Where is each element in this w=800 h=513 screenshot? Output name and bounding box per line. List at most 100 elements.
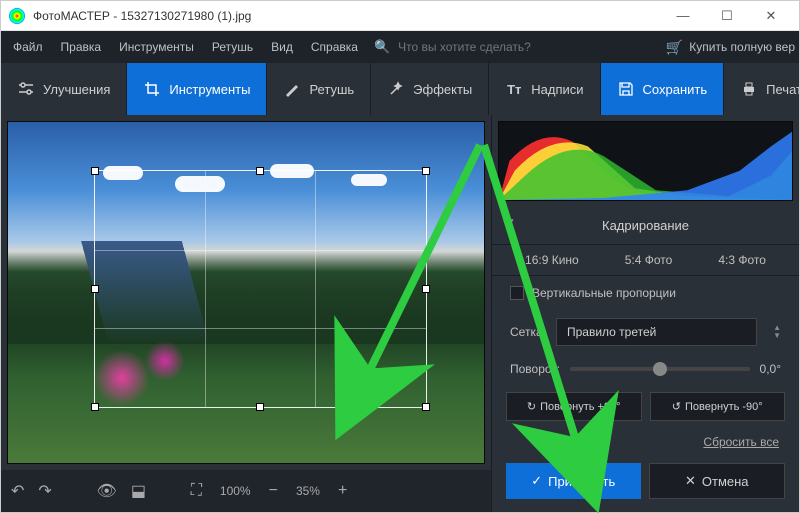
slider-thumb[interactable] — [653, 362, 667, 376]
menu-edit[interactable]: Правка — [53, 36, 110, 58]
app-window: ФотоМАСТЕР - 15327130271980 (1).jpg — ☐ … — [0, 0, 800, 513]
rotate-slider[interactable] — [570, 367, 749, 371]
compare-button[interactable]: ⬓ — [131, 481, 146, 501]
crop-handle[interactable] — [422, 403, 430, 411]
search-icon: 🔍 — [374, 39, 390, 55]
fit-button[interactable]: ⛶ — [191, 482, 202, 500]
save-icon — [617, 80, 635, 98]
menu-file[interactable]: Файл — [5, 36, 51, 58]
panel-header: ❮ Кадрирование — [492, 207, 799, 244]
aspect-ratio-row: 16:9 Кино 5:4 Фото 4:3 Фото — [492, 244, 799, 276]
wand-icon — [387, 80, 405, 98]
rotate-ccw-icon: ↺ — [672, 400, 681, 413]
rotate-row: Поворот: 0,0° — [492, 354, 799, 384]
menu-tools[interactable]: Инструменты — [111, 36, 202, 58]
ratio-16-9[interactable]: 16:9 Кино — [525, 253, 579, 267]
tab-enhance[interactable]: Улучшения — [1, 63, 127, 115]
preview-toggle[interactable]: 👁 — [97, 481, 117, 501]
canvas-area: ↶ ↷ 👁 ⬓ ⛶ 100% − 35% + — [1, 115, 491, 512]
back-button[interactable]: ❮ — [504, 217, 516, 234]
sliders-icon — [17, 80, 35, 98]
tab-captions[interactable]: Tᴛ Надписи — [489, 63, 600, 115]
window-controls: — ☐ ✕ — [663, 2, 791, 30]
grid-row: Сетка: Правило третей ▲▼ — [492, 310, 799, 354]
histogram — [498, 121, 793, 201]
grid-value: Правило третей — [567, 325, 656, 339]
checkbox-icon[interactable] — [510, 286, 524, 300]
ratio-5-4[interactable]: 5:4 Фото — [625, 253, 673, 267]
fit-zoom-label: 100% — [220, 484, 251, 498]
content-area: ↶ ↷ 👁 ⬓ ⛶ 100% − 35% + — [1, 115, 799, 512]
menu-retouch[interactable]: Ретушь — [204, 36, 261, 58]
titlebar: ФотоМАСТЕР - 15327130271980 (1).jpg — ☐ … — [1, 1, 799, 31]
image-canvas[interactable] — [7, 121, 485, 464]
tab-effects-label: Эффекты — [413, 82, 472, 97]
tab-captions-label: Надписи — [531, 82, 583, 97]
crop-handle[interactable] — [422, 167, 430, 175]
crop-handle[interactable] — [91, 403, 99, 411]
crop-handle[interactable] — [91, 167, 99, 175]
save-label: Сохранить — [643, 82, 708, 97]
menu-view[interactable]: Вид — [263, 36, 301, 58]
apply-row: ✓ Применить ✕ Отмена — [492, 453, 799, 509]
grid-stepper[interactable]: ▲▼ — [773, 325, 781, 339]
text-icon: Tᴛ — [505, 80, 523, 98]
menubar: Файл Правка Инструменты Ретушь Вид Справ… — [1, 31, 799, 63]
buy-full-version-link[interactable]: 🛒 Купить полную вер — [666, 39, 795, 56]
minimize-button[interactable]: — — [663, 2, 703, 30]
vertical-proportions-row[interactable]: Вертикальные пропорции — [492, 276, 799, 310]
grid-select[interactable]: Правило третей — [556, 318, 757, 346]
cart-icon: 🛒 — [666, 39, 683, 56]
undo-button[interactable]: ↶ — [11, 481, 24, 501]
apply-button[interactable]: ✓ Применить — [506, 463, 641, 499]
panel-title: Кадрирование — [602, 218, 689, 233]
tab-tools-label: Инструменты — [169, 82, 250, 97]
check-icon: ✓ — [531, 473, 542, 489]
print-icon — [740, 80, 758, 98]
close-button[interactable]: ✕ — [751, 2, 791, 30]
buy-label: Купить полную вер — [689, 40, 795, 54]
grid-label: Сетка: — [510, 325, 546, 339]
ratio-4-3[interactable]: 4:3 Фото — [718, 253, 766, 267]
save-button[interactable]: Сохранить — [601, 63, 725, 115]
side-panel: ❮ Кадрирование 16:9 Кино 5:4 Фото 4:3 Фо… — [491, 115, 799, 512]
crop-handle[interactable] — [91, 285, 99, 293]
zoom-value: 35% — [296, 484, 320, 498]
tab-retouch-label: Ретушь — [309, 82, 354, 97]
redo-button[interactable]: ↷ — [38, 481, 51, 501]
rotate-buttons-row: ↻ Повернуть +90° ↺ Повернуть -90° — [492, 384, 799, 429]
crop-handle[interactable] — [256, 167, 264, 175]
vertical-proportions-label: Вертикальные пропорции — [532, 286, 676, 300]
reset-all-link[interactable]: Сбросить все — [492, 429, 799, 453]
brush-icon — [283, 80, 301, 98]
rotate-label: Поворот: — [510, 362, 560, 376]
crop-handle[interactable] — [256, 403, 264, 411]
tab-tools[interactable]: Инструменты — [127, 63, 267, 115]
rotate-minus-90-button[interactable]: ↺ Повернуть -90° — [650, 392, 786, 421]
rotate-cw-icon: ↻ — [527, 400, 536, 413]
tab-enhance-label: Улучшения — [43, 82, 110, 97]
apply-label: Применить — [548, 474, 615, 489]
cancel-label: Отмена — [702, 474, 749, 489]
rotate-value: 0,0° — [760, 362, 781, 376]
crop-handle[interactable] — [422, 285, 430, 293]
close-icon: ✕ — [685, 473, 696, 489]
crop-icon — [143, 80, 161, 98]
print-label: Печать — [766, 82, 800, 97]
app-icon — [9, 8, 25, 24]
main-toolbar: Улучшения Инструменты Ретушь Эффекты Tᴛ … — [1, 63, 799, 115]
zoom-out-button[interactable]: − — [269, 482, 278, 500]
search-input[interactable] — [398, 40, 568, 54]
cancel-button[interactable]: ✕ Отмена — [649, 463, 786, 499]
tab-retouch[interactable]: Ретушь — [267, 63, 371, 115]
canvas-toolbar: ↶ ↷ 👁 ⬓ ⛶ 100% − 35% + — [1, 470, 491, 512]
maximize-button[interactable]: ☐ — [707, 2, 747, 30]
zoom-in-button[interactable]: + — [338, 482, 347, 500]
rotate-plus-90-button[interactable]: ↻ Повернуть +90° — [506, 392, 642, 421]
rotate-plus-label: Повернуть +90° — [540, 401, 620, 413]
tab-effects[interactable]: Эффекты — [371, 63, 489, 115]
window-title: ФотоМАСТЕР - 15327130271980 (1).jpg — [33, 9, 663, 23]
print-button[interactable]: Печать — [724, 63, 800, 115]
menu-help[interactable]: Справка — [303, 36, 366, 58]
crop-rectangle[interactable] — [94, 170, 427, 409]
